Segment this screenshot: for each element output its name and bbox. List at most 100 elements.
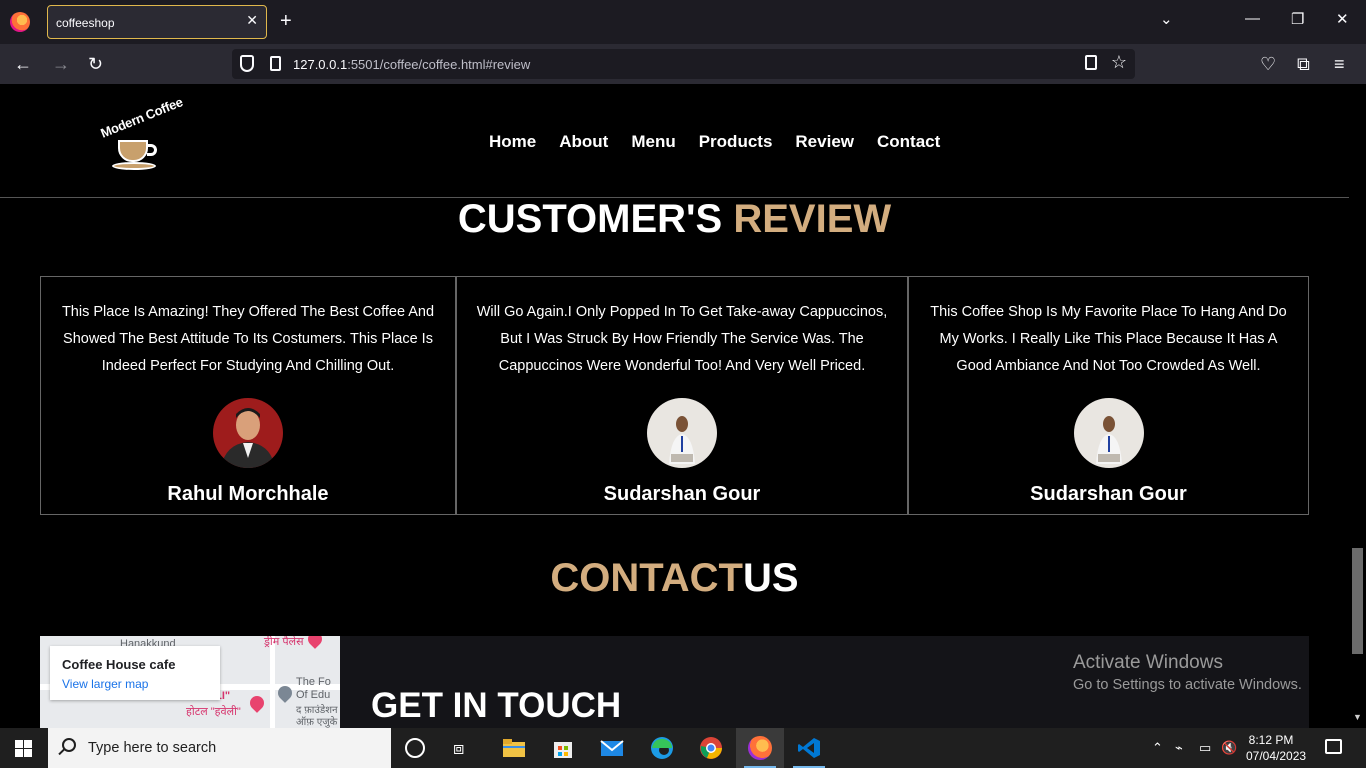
map-label: ड्रीम पैलेस [264, 636, 304, 648]
nav-link-menu[interactable]: Menu [631, 132, 675, 152]
reviewer-name: Sudarshan Gour [603, 483, 761, 505]
reader-view-icon[interactable] [1085, 55, 1097, 70]
extensions-puzzle-icon[interactable]: ⧉ [1297, 54, 1310, 74]
vscode-icon[interactable] [797, 736, 821, 760]
taskbar-clock[interactable]: 8:12 PM 07/04/2023 [1246, 732, 1307, 764]
restore-window-button[interactable]: ❐ [1291, 10, 1304, 28]
watermark-line-2: Go to Settings to activate Windows. [1073, 677, 1302, 693]
network-icon[interactable]: ⌁ [1175, 740, 1183, 756]
map-label: होटल "हवेली" [186, 706, 241, 718]
close-tab-icon[interactable]: ✕ [246, 12, 258, 29]
browser-tab-coffeeshop[interactable]: coffeeshop ✕ [47, 5, 267, 39]
contact-title-main: US [742, 556, 799, 600]
windows-start-icon[interactable] [15, 740, 32, 757]
nav-link-about[interactable]: About [559, 132, 608, 152]
action-center-notification-icon[interactable] [1325, 739, 1342, 754]
map-road [270, 636, 275, 728]
address-bar[interactable]: 127.0.0.1:5501/coffee/coffee.html#review… [232, 49, 1135, 79]
review-cards: This Place Is Amazing! They Offered The … [40, 276, 1309, 515]
contact-row: Hanakkund ड्रीम पैलेस HOTEL "HAVELI" होट… [40, 636, 1309, 728]
scroll-down-arrow-icon[interactable]: ▼ [1353, 712, 1362, 722]
review-title-main: CUSTOMER'S [457, 197, 723, 241]
clock-date: 07/04/2023 [1246, 749, 1307, 763]
map-label: The Fo [296, 676, 331, 688]
reviewer-name: Sudarshan Gour [1030, 483, 1187, 505]
review-card: Will Go Again.I Only Popped In To Get Ta… [456, 276, 908, 515]
page-scrollbar[interactable]: ▼ [1349, 84, 1366, 728]
review-quote: Will Go Again.I Only Popped In To Get Ta… [476, 304, 888, 374]
close-window-button[interactable]: ✕ [1336, 10, 1349, 28]
google-map-embed[interactable]: Hanakkund ड्रीम पैलेस HOTEL "HAVELI" होट… [40, 636, 340, 728]
firefox-logo-icon[interactable] [10, 12, 30, 32]
map-label: Of Edu [296, 689, 331, 701]
review-card: This Coffee Shop Is My Favorite Place To… [908, 276, 1309, 515]
saucer-shape [112, 162, 156, 170]
nav-link-home[interactable]: Home [489, 132, 536, 152]
url-host: 127.0.0.1 [293, 57, 348, 72]
logo-text: Modern Coffee [98, 94, 185, 141]
reviewer-avatar [213, 398, 283, 468]
clock-time: 8:12 PM [1248, 733, 1294, 747]
url-path: :5501/coffee/coffee.html#review [347, 57, 531, 72]
back-arrow-icon[interactable]: ← [14, 54, 32, 74]
task-view-icon[interactable]: ⧈ [453, 736, 477, 760]
cup-handle-shape [147, 144, 157, 156]
windows-taskbar: Type here to search ⧈ ⌃ ⌁ ▭ 🔇 8:12 PM 07… [0, 728, 1366, 768]
activate-windows-watermark: Activate Windows Go to Settings to activ… [1073, 652, 1302, 693]
firefox-taskbar-icon[interactable] [748, 736, 772, 760]
minimize-window-button[interactable]: — [1245, 10, 1260, 27]
watermark-line-1: Activate Windows [1073, 652, 1223, 673]
map-place-card: Coffee House cafe View larger map [50, 646, 220, 700]
browser-tab-strip: coffeeshop ✕ + ⌄ — ❐ ✕ [0, 0, 1366, 44]
file-explorer-icon[interactable] [502, 736, 526, 760]
list-all-tabs-chevron-down-icon[interactable]: ⌄ [1160, 10, 1173, 28]
contact-title-accent: CONTACT [550, 556, 743, 600]
main-navigation: Home About Menu Products Review Contact [489, 132, 963, 152]
search-placeholder: Type here to search [88, 740, 217, 756]
map-pin-icon[interactable] [305, 636, 325, 649]
browser-toolbar: ← → ↻ 127.0.0.1:5501/coffee/coffee.html#… [0, 44, 1366, 84]
cortana-circle-icon[interactable] [405, 738, 425, 758]
reviewer-avatar [1073, 398, 1144, 468]
tracking-protection-shield-icon[interactable] [240, 55, 254, 72]
review-section-title: CUSTOMER'S REVIEW [0, 197, 1349, 242]
nav-link-review[interactable]: Review [795, 132, 854, 152]
map-place-name: Coffee House cafe [62, 657, 176, 672]
review-card: This Place Is Amazing! They Offered The … [40, 276, 456, 515]
pocket-icon[interactable]: ♡ [1260, 54, 1276, 74]
modern-coffee-logo[interactable]: Modern Coffee [98, 94, 185, 176]
chrome-browser-icon[interactable] [699, 736, 723, 760]
reviewer-name: Rahul Morchhale [167, 483, 329, 505]
review-quote: This Place Is Amazing! They Offered The … [61, 304, 435, 374]
scrollbar-thumb[interactable] [1352, 548, 1363, 654]
volume-muted-icon[interactable]: 🔇 [1221, 740, 1237, 756]
mail-icon[interactable] [600, 736, 624, 760]
search-icon [62, 738, 76, 752]
contact-section-title: CONTACTUS [0, 556, 1349, 601]
page-viewport: Modern Coffee Home About Menu Products R… [0, 84, 1366, 728]
new-tab-button[interactable]: + [280, 10, 292, 32]
map-label: ऑफ़ एजुके [296, 717, 338, 728]
microsoft-store-icon[interactable] [551, 736, 575, 760]
reload-icon[interactable]: ↻ [88, 54, 103, 74]
get-in-touch-heading: GET IN TOUCH [371, 686, 622, 725]
coffee-cup-icon [118, 140, 148, 162]
edge-browser-icon[interactable] [650, 736, 674, 760]
url-text[interactable]: 127.0.0.1:5501/coffee/coffee.html#review [293, 57, 530, 72]
show-hidden-icons-chevron-up-icon[interactable]: ⌃ [1152, 740, 1163, 756]
nav-link-products[interactable]: Products [699, 132, 773, 152]
tab-title: coffeeshop [56, 16, 115, 30]
review-quote: This Coffee Shop Is My Favorite Place To… [930, 304, 1287, 374]
forward-arrow-icon[interactable]: → [52, 54, 70, 74]
view-larger-map-link[interactable]: View larger map [62, 677, 148, 691]
nav-link-contact[interactable]: Contact [877, 132, 940, 152]
site-header: Modern Coffee Home About Menu Products R… [0, 84, 1349, 198]
map-pin-icon[interactable] [247, 693, 267, 713]
battery-icon[interactable]: ▭ [1199, 740, 1211, 756]
taskbar-search-box[interactable]: Type here to search [48, 728, 391, 768]
review-title-accent: REVIEW [733, 197, 892, 241]
app-menu-hamburger-icon[interactable]: ≡ [1334, 54, 1345, 74]
reviewer-avatar [647, 398, 717, 468]
bookmark-star-icon[interactable]: ☆ [1111, 52, 1127, 73]
page-info-icon[interactable] [270, 56, 281, 71]
